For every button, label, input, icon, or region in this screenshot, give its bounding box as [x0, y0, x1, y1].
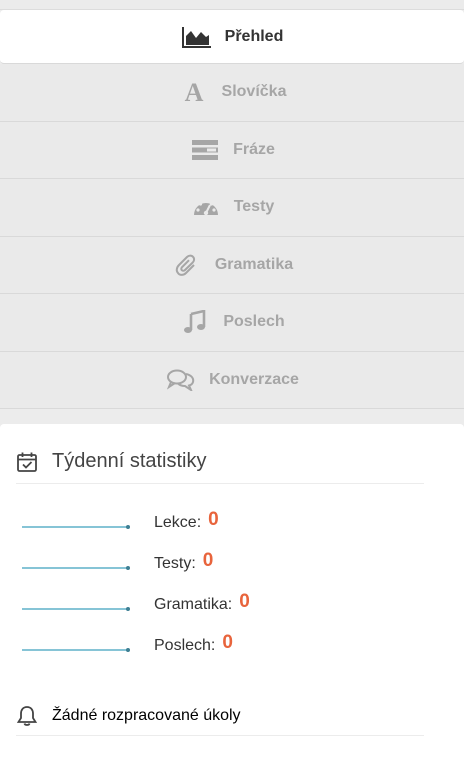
nav-item-gramatika[interactable]: Gramatika	[0, 236, 464, 294]
area-chart-icon	[181, 24, 213, 50]
paperclip-icon	[171, 252, 203, 278]
nav-item-poslech[interactable]: Poslech	[0, 294, 464, 352]
stat-value: 0	[239, 590, 250, 612]
dashboard-panel: Týdenní statistiky Lekce: 0 Testy: 0 Gra…	[0, 424, 464, 767]
stat-value: 0	[222, 631, 233, 653]
stat-row-testy: Testy: 0	[20, 543, 250, 584]
bell-icon	[16, 705, 38, 727]
nav-item-label: Poslech	[223, 313, 285, 331]
nav-item-prehled[interactable]: Přehled	[0, 10, 464, 64]
sparkline	[22, 524, 130, 529]
lines-icon	[189, 137, 221, 163]
nav-item-label: Testy	[233, 198, 275, 216]
sparkline	[22, 565, 130, 570]
tasks-header: Žádné rozpracované úkoly	[16, 696, 424, 736]
chat-bubbles-icon	[165, 367, 197, 393]
weekly-stats-title: Týdenní statistiky	[52, 450, 207, 472]
nav-item-slovicka[interactable]: A Slovíčka	[0, 64, 464, 122]
nav-item-fraze[interactable]: Fráze	[0, 121, 464, 179]
music-note-icon	[179, 309, 211, 335]
dashboard-icon	[190, 194, 222, 220]
calendar-check-icon	[16, 451, 38, 473]
sparkline	[22, 606, 130, 611]
letter-a-icon: A	[178, 79, 210, 105]
tasks-title: Žádné rozpracované úkoly	[52, 706, 241, 724]
stat-value: 0	[202, 549, 214, 571]
weekly-stats-header: Týdenní statistiky	[16, 440, 424, 484]
main-navigation: Přehled A Slovíčka Fráze Testy Gramatika…	[0, 0, 464, 409]
nav-item-testy[interactable]: Testy	[0, 179, 464, 237]
nav-item-label: Konverzace	[209, 370, 299, 388]
stat-label: Gramatika:	[154, 595, 233, 613]
nav-item-label: Gramatika	[214, 255, 294, 273]
sparkline	[22, 647, 130, 652]
stat-value: 0	[208, 508, 219, 530]
stat-row-lekce: Lekce: 0	[20, 502, 250, 543]
stat-label: Poslech:	[154, 636, 216, 654]
nav-item-label: Slovíčka	[221, 83, 287, 101]
nav-item-label: Fráze	[233, 140, 275, 158]
weekly-stats-list: Lekce: 0 Testy: 0 Gramatika: 0 Poslech: …	[20, 502, 250, 666]
nav-top-strip	[0, 0, 464, 10]
stat-label: Testy:	[154, 554, 196, 572]
stat-row-gramatika: Gramatika: 0	[20, 584, 250, 625]
svg-text:A: A	[184, 79, 203, 105]
stat-label: Lekce:	[154, 513, 202, 531]
nav-item-konverzace[interactable]: Konverzace	[0, 351, 464, 409]
nav-item-label: Přehled	[224, 27, 284, 45]
stat-row-poslech: Poslech: 0	[20, 625, 250, 666]
